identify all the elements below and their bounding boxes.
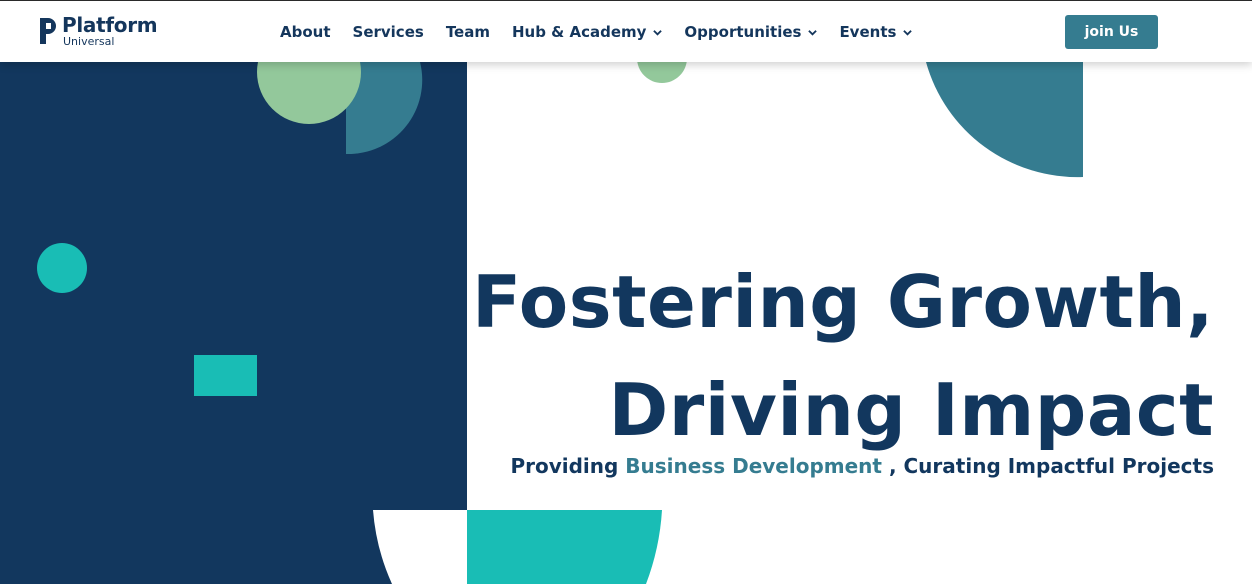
hero-subtitle-prefix: Providing — [510, 454, 626, 478]
hero-subtitle-suffix: , Curating Impactful Projects — [881, 454, 1214, 478]
nav-item-label: Opportunities — [684, 23, 802, 41]
brand-name: Platform — [62, 13, 158, 37]
join-us-button[interactable]: join Us — [1065, 15, 1158, 49]
nav-item-services[interactable]: Services — [353, 23, 424, 41]
brand-tagline: Universal — [63, 35, 115, 48]
brand-logo[interactable]: Platform Universal — [38, 13, 168, 50]
site-header: Platform Universal About Services Team H… — [0, 0, 1252, 62]
hero-title-line-2: Driving Impact — [608, 368, 1214, 452]
turquoise-circle-shape — [37, 243, 87, 293]
nav-item-label: Events — [839, 23, 897, 41]
main-nav: About Services Team Hub & Academy Opport… — [280, 20, 913, 44]
hero-title: Fostering Growth, Driving Impact — [472, 248, 1214, 464]
nav-item-about[interactable]: About — [280, 23, 331, 41]
page: Platform Universal About Services Team H… — [0, 0, 1252, 584]
nav-item-label: Team — [445, 23, 490, 41]
turquoise-rectangle-shape — [194, 355, 257, 396]
nav-item-team[interactable]: Team — [446, 23, 490, 41]
nav-item-hub-academy[interactable]: Hub & Academy — [511, 23, 663, 41]
nav-item-events[interactable]: Events — [839, 23, 913, 41]
hero-subtitle-highlight: Business Development — [625, 454, 882, 478]
nav-item-label: About — [280, 23, 331, 41]
nav-item-label: Services — [352, 23, 424, 41]
turquoise-arc-shape — [467, 510, 662, 584]
platform-logo-icon — [40, 18, 56, 44]
chevron-down-icon — [808, 29, 818, 36]
white-arc-shape — [373, 510, 467, 584]
hero-subtitle: Providing Business Development , Curatin… — [510, 454, 1214, 478]
nav-item-label: Hub & Academy — [511, 23, 647, 41]
chevron-down-icon — [903, 29, 913, 36]
teal-quarter-circle-shape — [926, 62, 1083, 178]
chevron-down-icon — [653, 29, 663, 36]
nav-item-opportunities[interactable]: Opportunities — [684, 23, 818, 41]
hero-title-line-1: Fostering Growth, — [472, 260, 1214, 344]
